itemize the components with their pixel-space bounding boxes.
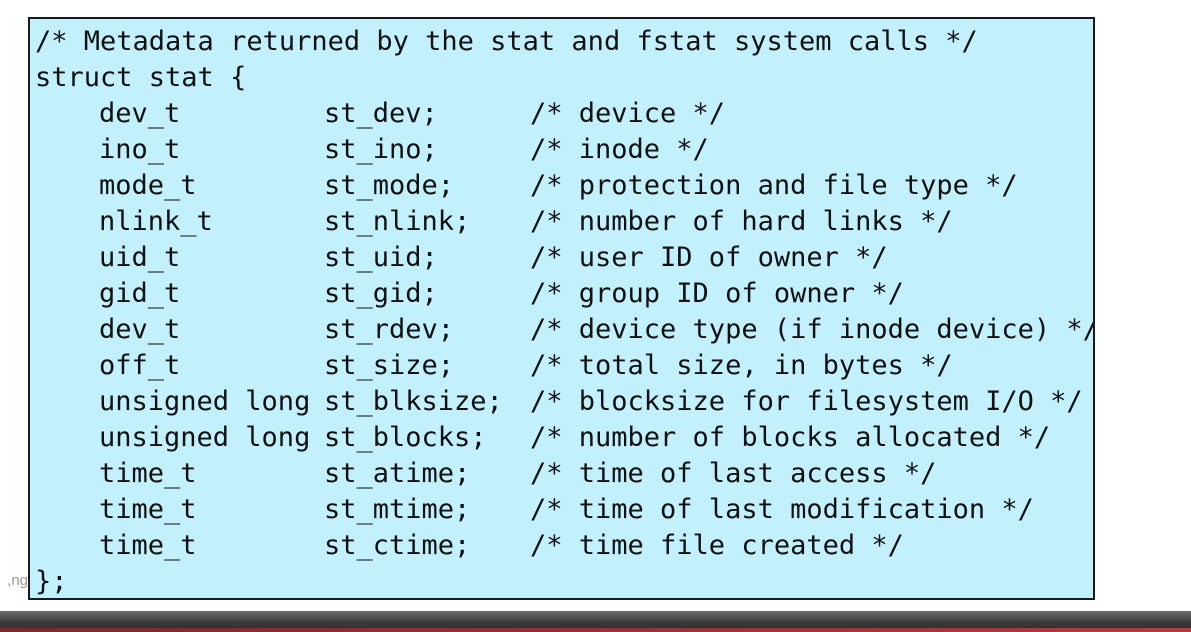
field-name: st_size;: [324, 350, 455, 381]
field-comment: /* user ID of owner */: [530, 242, 888, 273]
struct-field: time_t st_atime; /* time of last access …: [35, 456, 1093, 492]
struct-field: nlink_t st_nlink; /* number of hard link…: [35, 204, 1093, 240]
struct-field: time_t st_ctime; /* time file created */: [35, 528, 1093, 564]
field-type: gid_t: [99, 278, 181, 309]
field-type: nlink_t: [99, 206, 213, 237]
slide-accent-stripe: [0, 628, 1191, 632]
field-name: st_ctime;: [324, 530, 471, 561]
field-type: unsigned long: [99, 422, 311, 453]
field-comment: /* total size, in bytes */: [530, 350, 953, 381]
field-type: time_t: [99, 530, 197, 561]
field-comment: /* inode */: [530, 134, 709, 165]
struct-field: time_t st_mtime; /* time of last modific…: [35, 492, 1093, 528]
field-type: uid_t: [99, 242, 181, 273]
struct-field: off_t st_size; /* total size, in bytes *…: [35, 348, 1093, 384]
field-name: st_blksize;: [324, 386, 503, 417]
field-name: st_rdev;: [324, 314, 455, 345]
struct-close-line: };: [35, 566, 68, 597]
field-name: st_ino;: [324, 134, 438, 165]
field-comment: /* time of last access */: [530, 458, 937, 489]
field-type: time_t: [99, 494, 197, 525]
field-type: off_t: [99, 350, 181, 381]
field-comment: /* number of hard links */: [530, 206, 953, 237]
struct-field: mode_t st_mode; /* protection and file t…: [35, 168, 1093, 204]
struct-field: uid_t st_uid; /* user ID of owner */: [35, 240, 1093, 276]
field-comment: /* group ID of owner */: [530, 278, 904, 309]
field-name: st_nlink;: [324, 206, 471, 237]
field-name: st_dev;: [324, 98, 438, 129]
field-name: st_mtime;: [324, 494, 471, 525]
field-comment: /* protection and file type */: [530, 170, 1018, 201]
struct-field: unsigned long st_blocks; /* number of bl…: [35, 420, 1093, 456]
struct-field: gid_t st_gid; /* group ID of owner */: [35, 276, 1093, 312]
field-comment: /* device */: [530, 98, 726, 129]
footer-fragment: ng,: [7, 572, 28, 589]
field-comment: /* number of blocks allocated */: [530, 422, 1051, 453]
field-name: st_atime;: [324, 458, 471, 489]
field-name: st_gid;: [324, 278, 438, 309]
code-block: /* Metadata returned by the stat and fst…: [28, 17, 1095, 600]
struct-field: dev_t st_rdev; /* device type (if inode …: [35, 312, 1093, 348]
struct-field: unsigned long st_blksize; /* blocksize f…: [35, 384, 1093, 420]
field-type: mode_t: [99, 170, 197, 201]
field-comment: /* device type (if inode device) */: [530, 314, 1095, 345]
field-comment: /* time file created */: [530, 530, 904, 561]
field-comment: /* blocksize for filesystem I/O */: [530, 386, 1083, 417]
struct-field: dev_t st_dev; /* device */: [35, 96, 1093, 132]
field-type: time_t: [99, 458, 197, 489]
code-comment-line: /* Metadata returned by the stat and fst…: [35, 26, 978, 57]
field-type: ino_t: [99, 134, 181, 165]
field-name: st_uid;: [324, 242, 438, 273]
field-comment: /* time of last modification */: [530, 494, 1034, 525]
field-type: dev_t: [99, 314, 181, 345]
struct-field: ino_t st_ino; /* inode */: [35, 132, 1093, 168]
field-type: unsigned long: [99, 386, 311, 417]
struct-open-line: struct stat {: [35, 62, 247, 93]
field-type: dev_t: [99, 98, 181, 129]
field-name: st_mode;: [324, 170, 455, 201]
field-name: st_blocks;: [324, 422, 487, 453]
